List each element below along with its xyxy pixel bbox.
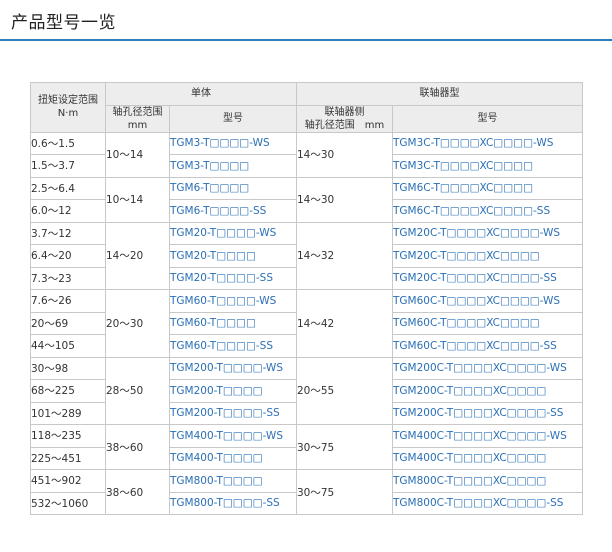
coupling-model-link[interactable]: TGM200C-T□□□□XC□□□□-SS	[392, 401, 583, 425]
model-link[interactable]: TGM3-T□□□□-WS	[169, 131, 297, 155]
torque-cell: 0.6～1.5	[30, 131, 106, 155]
coupling-model-link[interactable]: TGM20C-T□□□□XC□□□□	[392, 244, 583, 268]
coupling-bore-cell: 14～42	[296, 289, 393, 358]
bore-range-cell: 38～60	[105, 424, 170, 470]
coupling-bore-cell: 14～30	[296, 176, 393, 223]
model-link[interactable]: TGM6-T□□□□	[169, 176, 297, 200]
torque-cell: 6.4～20	[30, 244, 106, 268]
coupling-bore-cell: 14～30	[296, 131, 393, 178]
coupling-model-link[interactable]: TGM6C-T□□□□XC□□□□	[392, 176, 583, 200]
coupling-bore-cell: 30～75	[296, 424, 393, 470]
header-shaft-bore: 轴孔径范围 mm	[105, 104, 170, 133]
bore-range-cell: 14～20	[105, 221, 170, 290]
model-link[interactable]: TGM60-T□□□□-SS	[169, 334, 297, 358]
model-link[interactable]: TGM200-T□□□□-WS	[169, 356, 297, 380]
torque-cell: 6.0～12	[30, 199, 106, 223]
coupling-model-link[interactable]: TGM3C-T□□□□XC□□□□	[392, 154, 583, 178]
torque-cell: 3.7～12	[30, 221, 106, 245]
model-link[interactable]: TGM60-T□□□□-WS	[169, 289, 297, 313]
coupling-model-link[interactable]: TGM6C-T□□□□XC□□□□-SS	[392, 199, 583, 223]
coupling-model-link[interactable]: TGM400C-T□□□□XC□□□□-WS	[392, 424, 583, 448]
coupling-model-link[interactable]: TGM20C-T□□□□XC□□□□-WS	[392, 221, 583, 245]
torque-cell: 101～289	[30, 401, 106, 425]
bore-range-cell: 28～50	[105, 356, 170, 425]
model-link[interactable]: TGM6-T□□□□-SS	[169, 199, 297, 223]
torque-cell: 451～902	[30, 469, 106, 493]
header-torque-range: 扭矩设定范围 N·m	[30, 82, 106, 133]
coupling-model-link[interactable]: TGM60C-T□□□□XC□□□□	[392, 311, 583, 335]
model-link[interactable]: TGM400-T□□□□-WS	[169, 424, 297, 448]
coupling-bore-cell: 14～32	[296, 221, 393, 290]
table-row: 3.7～12 14～20 TGM20-T□□□□-WS 14～32 TGM20C…	[30, 221, 583, 290]
torque-cell: 2.5～6.4	[30, 176, 106, 200]
bore-range-cell: 10～14	[105, 131, 170, 178]
table-row: 451～902 38～60 TGM800-T□□□□ 30～75 TGM800C…	[30, 469, 583, 515]
torque-cell: 20～69	[30, 311, 106, 335]
torque-cell: 1.5～3.7	[30, 154, 106, 178]
coupling-bore-cell: 20～55	[296, 356, 393, 425]
table-row: 30～98 28～50 TGM200-T□□□□-WS 20～55 TGM200…	[30, 356, 583, 425]
model-link[interactable]: TGM800-T□□□□-SS	[169, 491, 297, 515]
header-coupling-bore: 联轴器侧 轴孔径范围 mm	[296, 104, 393, 133]
bore-range-cell: 38～60	[105, 469, 170, 515]
torque-cell: 7.3～23	[30, 266, 106, 290]
bore-range-cell: 20～30	[105, 289, 170, 358]
product-model-table: 扭矩设定范围 N·m 单体 联轴器型 轴孔径范围 mm 型号 联轴器侧 轴孔径范…	[30, 82, 583, 515]
header-model: 型号	[169, 104, 297, 133]
torque-cell: 532～1060	[30, 491, 106, 515]
table-row: 2.5～6.4 10～14 TGM6-T□□□□ 14～30 TGM6C-T□□…	[30, 176, 583, 223]
torque-cell: 225～451	[30, 446, 106, 470]
coupling-model-link[interactable]: TGM3C-T□□□□XC□□□□-WS	[392, 131, 583, 155]
coupling-model-link[interactable]: TGM400C-T□□□□XC□□□□	[392, 446, 583, 470]
model-link[interactable]: TGM3-T□□□□	[169, 154, 297, 178]
torque-cell: 118～235	[30, 424, 106, 448]
coupling-model-link[interactable]: TGM60C-T□□□□XC□□□□-WS	[392, 289, 583, 313]
model-link[interactable]: TGM200-T□□□□	[169, 379, 297, 403]
model-link[interactable]: TGM200-T□□□□-SS	[169, 401, 297, 425]
torque-cell: 44～105	[30, 334, 106, 358]
model-link[interactable]: TGM60-T□□□□	[169, 311, 297, 335]
coupling-model-link[interactable]: TGM20C-T□□□□XC□□□□-SS	[392, 266, 583, 290]
coupling-model-link[interactable]: TGM200C-T□□□□XC□□□□	[392, 379, 583, 403]
model-link[interactable]: TGM20-T□□□□	[169, 244, 297, 268]
model-link[interactable]: TGM20-T□□□□-WS	[169, 221, 297, 245]
header-coupling-model: 型号	[392, 104, 583, 133]
coupling-model-link[interactable]: TGM60C-T□□□□XC□□□□-SS	[392, 334, 583, 358]
header-single: 单体	[105, 82, 297, 106]
model-link[interactable]: TGM800-T□□□□	[169, 469, 297, 493]
coupling-model-link[interactable]: TGM800C-T□□□□XC□□□□	[392, 469, 583, 493]
table-row: 7.6～26 20～30 TGM60-T□□□□-WS 14～42 TGM60C…	[30, 289, 583, 358]
page-title: 产品型号一览	[11, 13, 116, 33]
torque-cell: 7.6～26	[30, 289, 106, 313]
model-link[interactable]: TGM400-T□□□□	[169, 446, 297, 470]
coupling-model-link[interactable]: TGM200C-T□□□□XC□□□□-WS	[392, 356, 583, 380]
torque-cell: 68～225	[30, 379, 106, 403]
bore-range-cell: 10～14	[105, 176, 170, 223]
title-divider	[0, 39, 612, 41]
table-row: 0.6～1.5 10～14 TGM3-T□□□□-WS 14～30 TGM3C-…	[30, 131, 583, 178]
model-link[interactable]: TGM20-T□□□□-SS	[169, 266, 297, 290]
header-coupling: 联轴器型	[296, 82, 583, 106]
coupling-model-link[interactable]: TGM800C-T□□□□XC□□□□-SS	[392, 491, 583, 515]
torque-cell: 30～98	[30, 356, 106, 380]
table-row: 118～235 38～60 TGM400-T□□□□-WS 30～75 TGM4…	[30, 424, 583, 470]
coupling-bore-cell: 30～75	[296, 469, 393, 515]
